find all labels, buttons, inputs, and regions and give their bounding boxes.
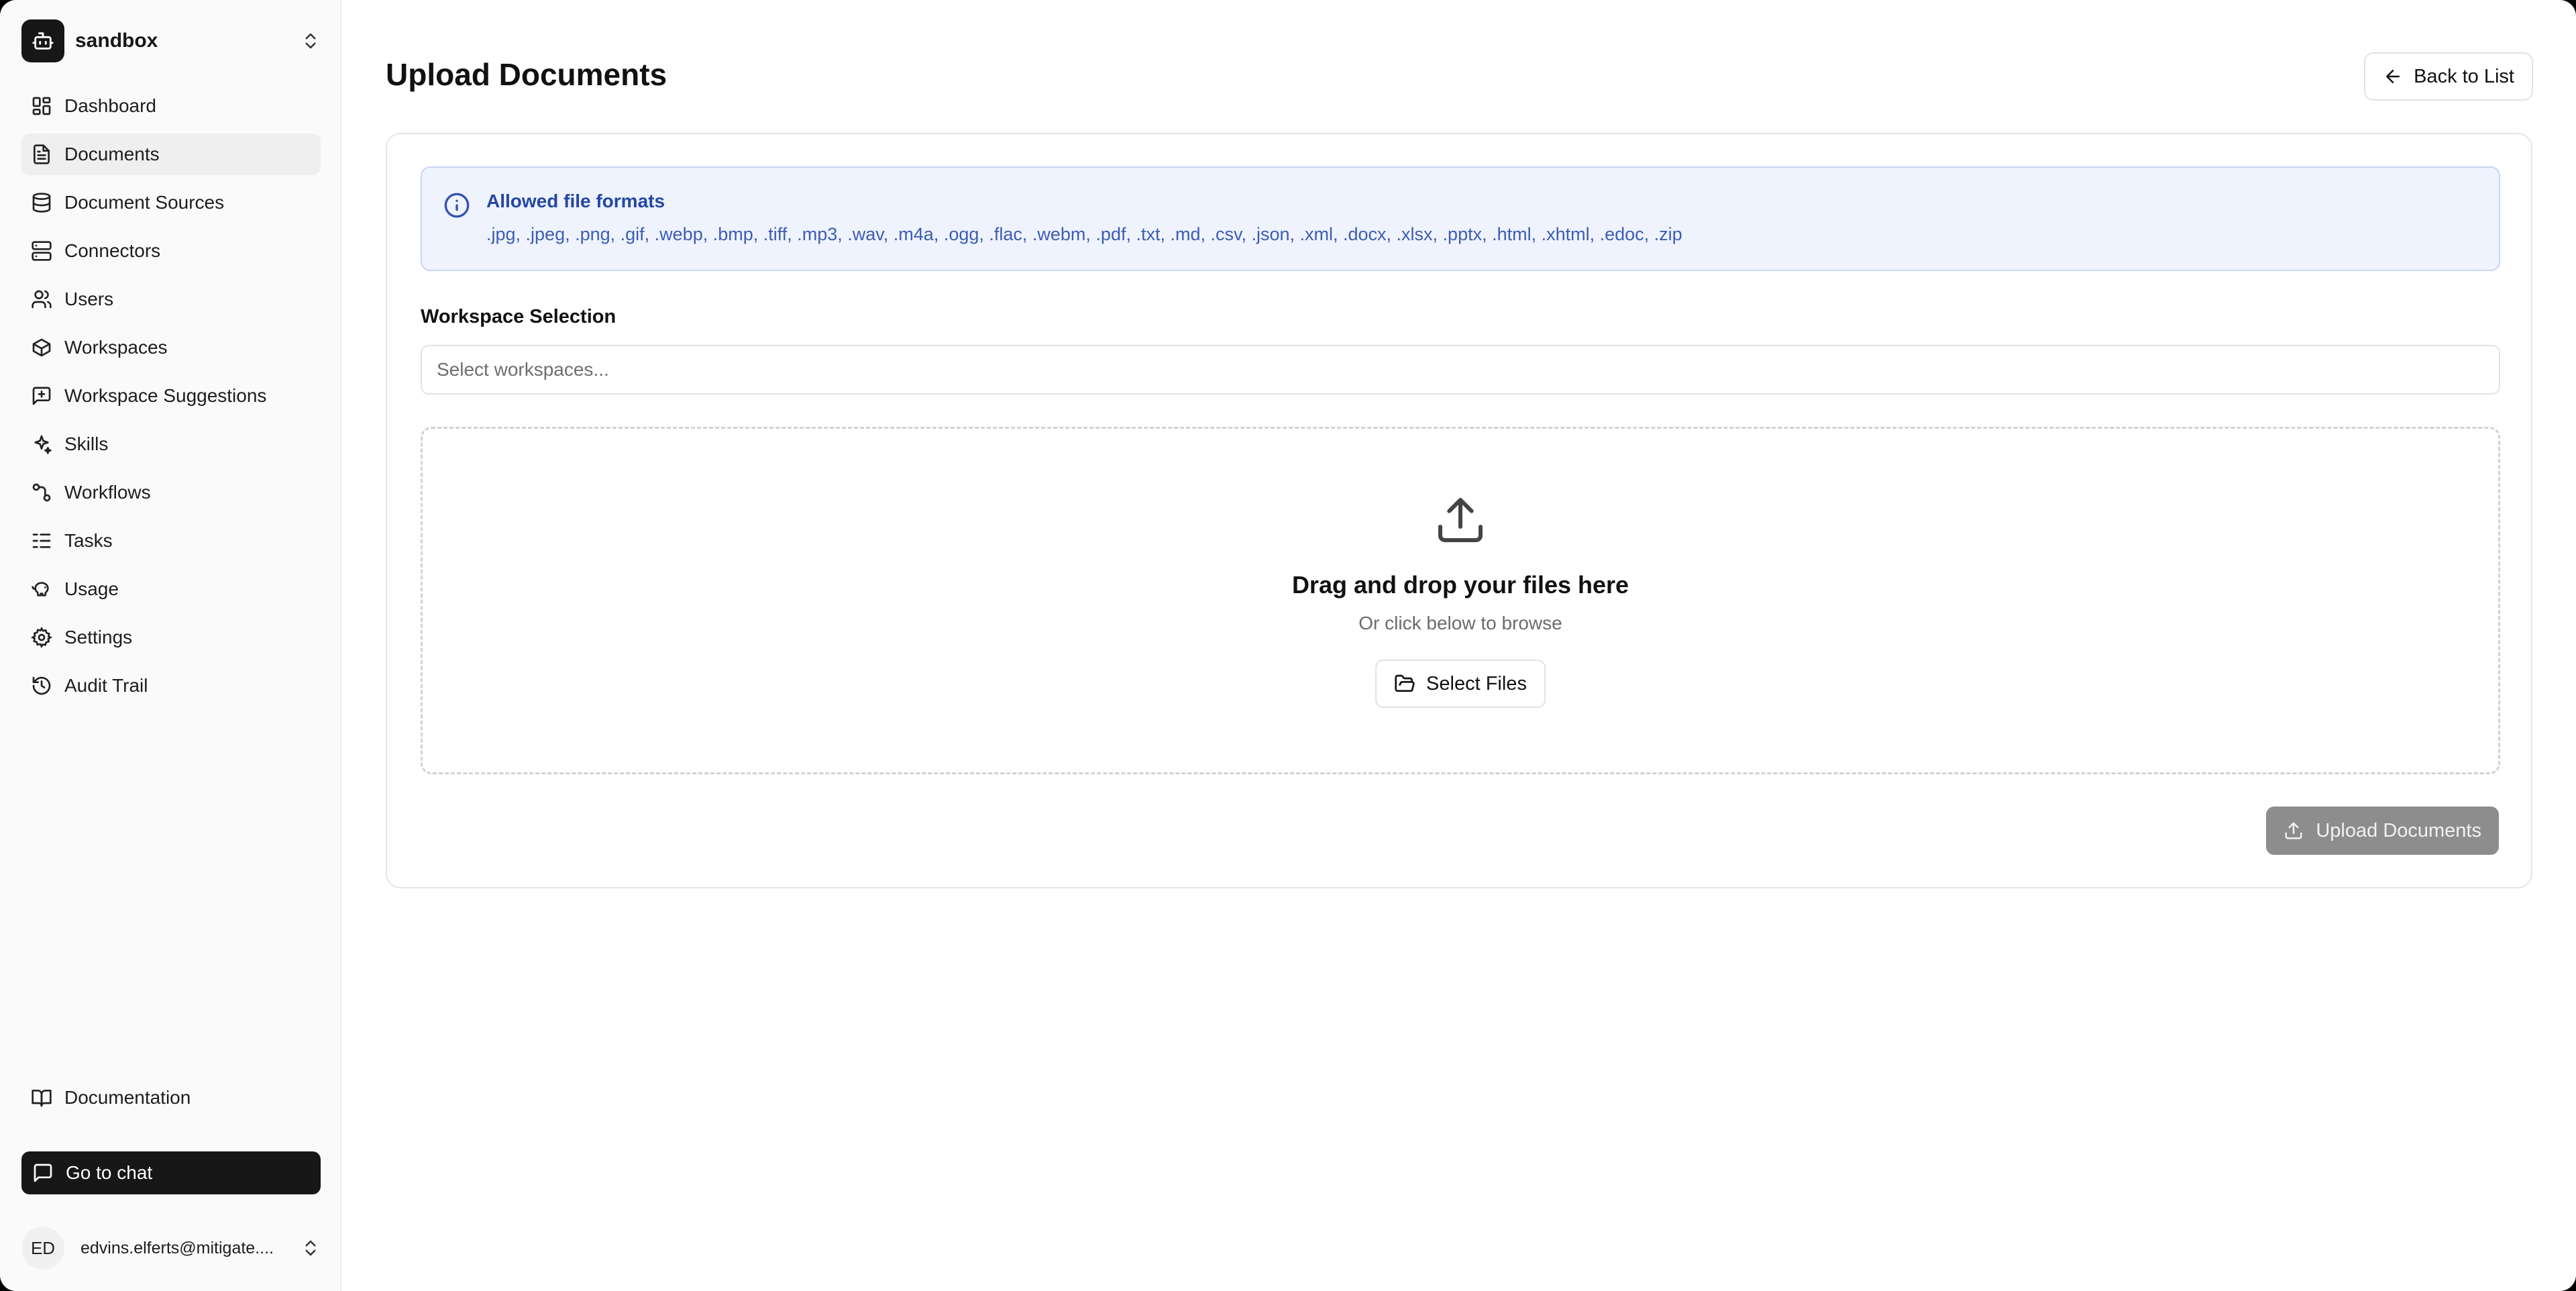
sidebar-item-label: Audit Trail [64,675,148,696]
upload-card: Allowed file formats .jpg, .jpeg, .png, … [386,133,2532,888]
dropzone-subtitle: Or click below to browse [1358,613,1562,633]
documentation-label: Documentation [64,1087,191,1108]
message-square-icon [32,1162,54,1184]
sidebar-item-label: Documents [64,144,160,164]
sidebar-item-workflows[interactable]: Workflows [21,472,321,513]
workspace-switcher[interactable]: sandbox [21,19,321,62]
sidebar-item-label: Connectors [64,240,161,261]
sidebar-item-label: Workspaces [64,337,168,358]
upload-icon [2285,822,2302,839]
app-window: sandbox Dashboard Documents Document Sou… [0,0,2576,1291]
page-title: Upload Documents [386,57,667,92]
upload-documents-label: Upload Documents [2316,819,2481,841]
sidebar-item-label: Users [64,289,114,309]
allowed-formats-list: .jpg, .jpeg, .png, .gif, .webp, .bmp, .t… [486,224,1682,244]
sidebar-item-skills[interactable]: Skills [21,423,321,465]
workflow-icon [31,482,52,503]
main-content: Upload Documents Back to List Allowed fi… [341,0,2576,1291]
user-email: edvins.elferts@mitigate.... [80,1238,274,1257]
back-to-list-label: Back to List [2414,65,2514,87]
sidebar-item-users[interactable]: Users [21,278,321,320]
workspace-name: sandbox [75,30,158,52]
database-icon [31,192,52,213]
gear-icon [31,627,52,648]
workspace-selection-label: Workspace Selection [421,306,616,327]
history-icon [31,675,52,696]
sidebar-item-label: Document Sources [64,192,225,213]
book-open-icon [31,1087,52,1108]
sidebar-item-documents[interactable]: Documents [21,134,321,175]
workspace-select-input[interactable] [421,345,2500,395]
allowed-formats-title: Allowed file formats [486,191,665,211]
sidebar-item-dashboard[interactable]: Dashboard [21,85,321,127]
sidebar-item-documentation[interactable]: Documentation [21,1077,321,1119]
back-to-list-button[interactable]: Back to List [2364,52,2533,101]
file-text-icon [31,144,52,165]
server-icon [31,240,52,262]
box-icon [31,337,52,358]
sidebar-item-label: Usage [64,578,119,599]
sidebar-item-usage[interactable]: Usage [21,568,321,610]
dropzone-title: Drag and drop your files here [1291,571,1629,599]
sidebar-item-label: Workspace Suggestions [64,385,267,406]
sidebar-nav: Dashboard Documents Document Sources Con… [21,85,321,713]
sidebar-item-workspaces[interactable]: Workspaces [21,327,321,368]
sidebar-item-label: Settings [64,627,133,648]
bot-icon [21,19,64,62]
list-todo-icon [31,530,52,552]
sidebar-item-workspace-suggestions[interactable]: Workspace Suggestions [21,375,321,417]
sidebar-item-audit-trail[interactable]: Audit Trail [21,665,321,707]
chevrons-up-down-icon [301,1238,321,1258]
sidebar-footer-nav: Documentation [21,1077,321,1125]
users-icon [31,289,52,310]
go-to-chat-button[interactable]: Go to chat [21,1151,321,1194]
piggy-bank-icon [31,578,52,600]
dashboard-icon [31,95,52,117]
file-dropzone[interactable]: Drag and drop your files here Or click b… [421,427,2500,774]
chevrons-up-down-icon [301,31,321,51]
sidebar-item-document-sources[interactable]: Document Sources [21,182,321,223]
sidebar: sandbox Dashboard Documents Document Sou… [0,0,341,1291]
select-files-button[interactable]: Select Files [1375,660,1546,708]
sparkles-icon [31,433,52,455]
sidebar-item-label: Skills [64,433,109,454]
upload-documents-button[interactable]: Upload Documents [2266,807,2499,855]
message-plus-icon [31,385,52,407]
arrow-left-icon [2386,70,2400,83]
select-files-label: Select Files [1426,672,1527,694]
sidebar-item-tasks[interactable]: Tasks [21,520,321,562]
upload-icon [1438,498,1483,542]
sidebar-item-label: Workflows [64,482,151,503]
sidebar-item-connectors[interactable]: Connectors [21,230,321,272]
info-icon [444,193,470,218]
sidebar-item-settings[interactable]: Settings [21,617,321,658]
sidebar-item-label: Tasks [64,530,113,551]
avatar: ED [21,1227,64,1270]
go-to-chat-label: Go to chat [66,1162,153,1183]
sidebar-item-label: Dashboard [64,95,156,116]
user-menu[interactable]: ED edvins.elferts@mitigate.... [21,1227,321,1270]
folder-open-icon [1395,674,1415,692]
allowed-formats-alert: Allowed file formats .jpg, .jpeg, .png, … [421,166,2500,271]
